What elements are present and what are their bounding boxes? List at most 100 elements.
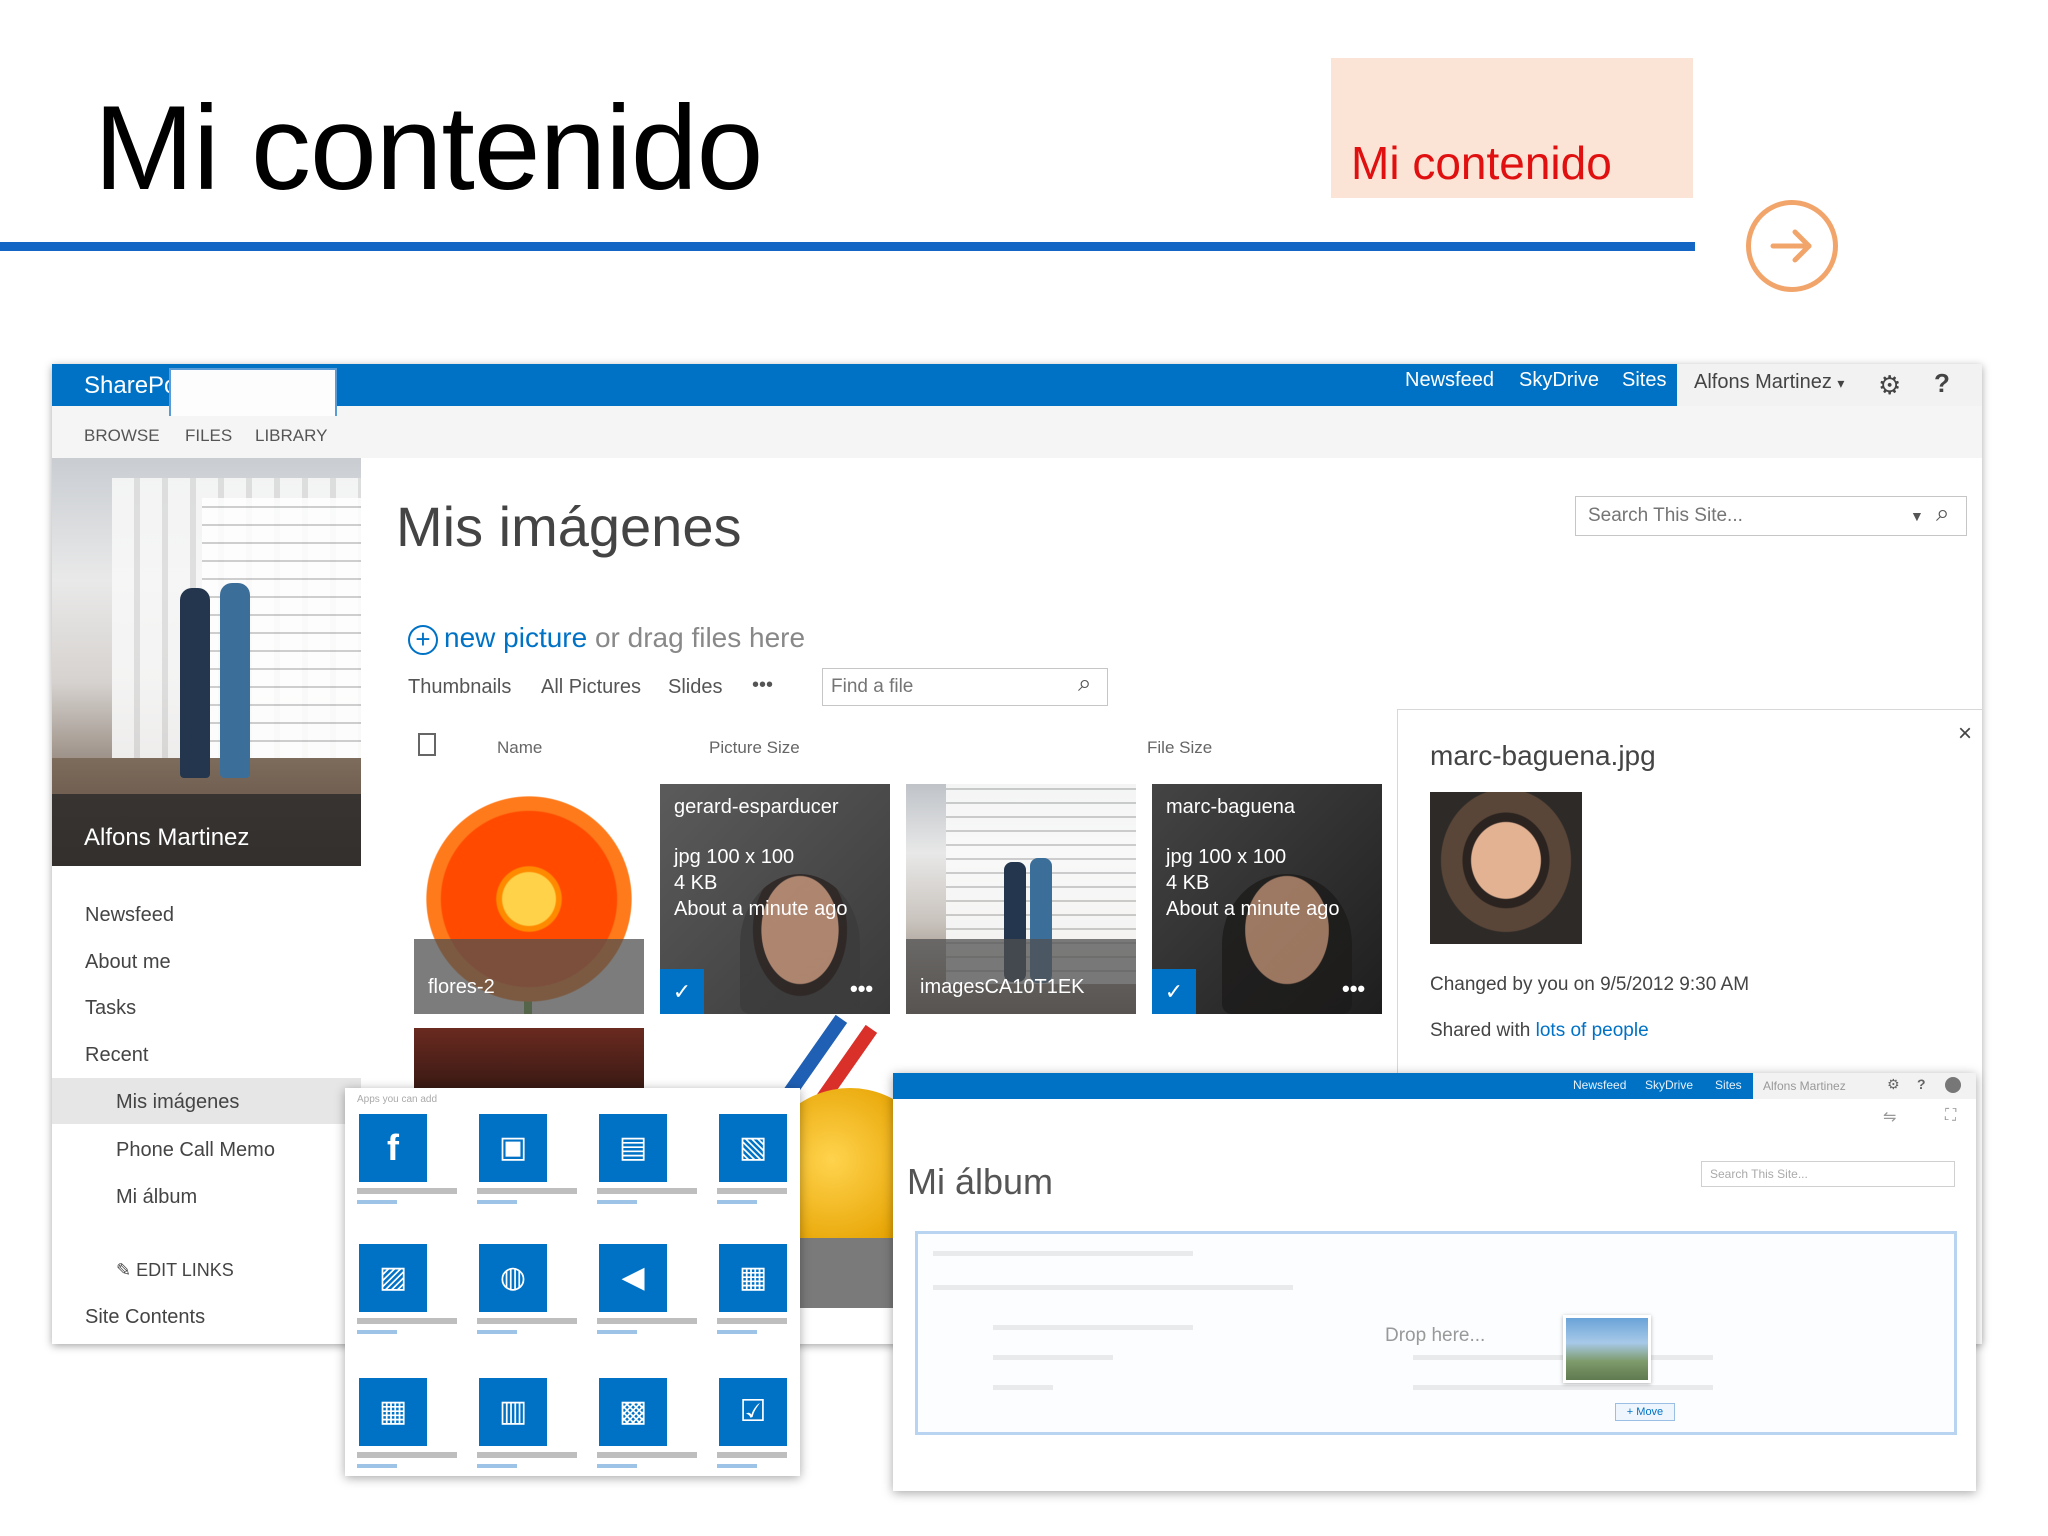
nav-item-about-me[interactable]: About me <box>85 951 171 974</box>
more-options-icon[interactable]: ••• <box>850 976 873 1002</box>
edit-links-button[interactable]: ✎ EDIT LINKS <box>116 1260 234 1281</box>
document-library-icon[interactable]: ▣ <box>479 1114 547 1182</box>
drag-hint: or drag files here <box>594 622 806 653</box>
edit-links-label: EDIT LINKS <box>136 1260 234 1280</box>
nav-item-newsfeed[interactable]: Newsfeed <box>85 904 174 927</box>
slide-title: Mi contenido <box>94 81 763 215</box>
ghost-row <box>993 1325 1193 1330</box>
user-menu[interactable]: Alfons Martinez ▾ <box>1694 371 1844 394</box>
nav-item-recent[interactable]: Recent <box>85 1044 148 1067</box>
contacts-glyph: ▦ <box>738 1261 768 1294</box>
column-picture-size[interactable]: Picture Size <box>709 738 800 758</box>
nav-item-tasks[interactable]: Tasks <box>85 997 136 1020</box>
discussion-board-icon[interactable]: ▩ <box>599 1378 667 1446</box>
thumbnail-tile[interactable] <box>414 1028 644 1088</box>
nav-item-mi-album[interactable]: Mi álbum <box>116 1186 197 1209</box>
tab-files[interactable]: FILES <box>185 426 232 446</box>
view-all-pictures[interactable]: All Pictures <box>541 676 641 699</box>
portrait-image <box>740 874 860 1014</box>
links-icon[interactable]: ◍ <box>479 1244 547 1312</box>
avatar-icon[interactable] <box>1945 1077 1961 1093</box>
add-circle-icon[interactable]: + <box>408 624 438 655</box>
column-file-size[interactable]: File Size <box>1147 738 1212 758</box>
site-search[interactable] <box>1575 496 1967 536</box>
more-views-icon[interactable]: ••• <box>752 674 773 697</box>
thumbnail-tile[interactable]: marc-baguena jpg 100 x 100 4 KB About a … <box>1152 784 1382 1014</box>
tile-modified: About a minute ago <box>1166 898 1340 920</box>
help-icon[interactable]: ? <box>1917 1076 1926 1092</box>
profile-name[interactable]: Alfons Martinez <box>84 824 249 852</box>
search-scope-dropdown-icon[interactable]: ▼ <box>1910 508 1924 524</box>
tile-name: flores-2 <box>428 976 495 998</box>
wiki-page-library-glyph: ▧ <box>738 1131 768 1164</box>
album-search[interactable]: Search This Site... <box>1701 1161 1955 1187</box>
focus-icon[interactable]: ⛶ <box>1945 1107 1956 1125</box>
picture-library-icon[interactable]: ▨ <box>359 1244 427 1312</box>
discussion-board-glyph: ▩ <box>618 1395 648 1428</box>
album-window: Newsfeed SkyDrive Sites Alfons Martinez … <box>893 1073 1976 1491</box>
checkmark-icon[interactable]: ✓ <box>1152 969 1196 1014</box>
suite-link-sites[interactable]: Sites <box>1622 369 1666 392</box>
thumbnail-tile[interactable]: flores-2 <box>414 784 644 1014</box>
sync-icon[interactable]: ⇋ <box>1883 1107 1896 1127</box>
app-details <box>477 1200 517 1204</box>
help-icon[interactable]: ? <box>1934 368 1950 399</box>
details-preview-image[interactable] <box>1430 792 1582 944</box>
title-rule <box>0 242 1695 251</box>
suite-link-skydrive[interactable]: SkyDrive <box>1519 369 1599 392</box>
details-shared: Shared with lots of people <box>1430 1020 1649 1042</box>
view-thumbnails[interactable]: Thumbnails <box>408 676 511 699</box>
tab-browse[interactable]: BROWSE <box>84 426 160 446</box>
new-picture-link[interactable]: new picture <box>444 622 587 653</box>
album-link-skydrive[interactable]: SkyDrive <box>1645 1078 1693 1092</box>
form-library-icon[interactable]: ▤ <box>599 1114 667 1182</box>
portrait-image <box>1222 874 1352 1014</box>
apps-header: Apps you can add <box>357 1094 438 1105</box>
search-icon[interactable]: ⌕ <box>1936 500 1949 528</box>
search-input[interactable] <box>1588 503 1888 529</box>
tile-name: marc-baguena <box>1166 796 1295 818</box>
dragged-image[interactable] <box>1563 1315 1651 1383</box>
tasks-icon[interactable]: ☑ <box>719 1378 787 1446</box>
nav-item-phone-call-memo[interactable]: Phone Call Memo <box>116 1139 275 1162</box>
calendar-icon[interactable]: ▦ <box>359 1378 427 1446</box>
find-file[interactable] <box>822 668 1108 706</box>
app-details <box>477 1464 517 1468</box>
contacts-icon[interactable]: ▦ <box>719 1244 787 1312</box>
gear-icon[interactable]: ⚙ <box>1878 370 1901 401</box>
more-options-icon[interactable]: ••• <box>1342 976 1365 1002</box>
checkmark-icon[interactable]: ✓ <box>660 969 704 1014</box>
chevron-down-icon: ▾ <box>1837 375 1845 391</box>
arrow-right-circle-icon[interactable] <box>1746 200 1838 292</box>
announcements-icon[interactable]: ◀ <box>599 1244 667 1312</box>
suite-link-newsfeed[interactable]: Newsfeed <box>1405 369 1494 392</box>
user-name: Alfons Martinez <box>1694 371 1832 393</box>
promoted-links-icon[interactable]: ▥ <box>479 1378 547 1446</box>
gear-icon[interactable]: ⚙ <box>1887 1076 1900 1093</box>
ghost-row <box>933 1285 1293 1290</box>
thumbnail-tile[interactable]: imagesCA10T1EK <box>906 784 1136 1014</box>
find-file-input[interactable] <box>831 674 1061 700</box>
drop-hint: Drop here... <box>1385 1325 1486 1346</box>
album-user-name[interactable]: Alfons Martinez <box>1763 1079 1846 1093</box>
album-link-sites[interactable]: Sites <box>1715 1078 1742 1092</box>
tab-library[interactable]: LIBRARY <box>255 426 327 446</box>
app-label <box>357 1452 457 1458</box>
search-icon[interactable]: ⌕ <box>1078 670 1091 698</box>
app-details <box>357 1330 397 1334</box>
view-slides[interactable]: Slides <box>668 676 722 699</box>
tile-name: imagesCA10T1EK <box>920 976 1085 998</box>
facebook-icon[interactable]: f <box>359 1114 427 1182</box>
close-icon[interactable]: × <box>1958 720 1972 748</box>
app-details <box>597 1330 637 1334</box>
shared-people-link[interactable]: lots of people <box>1536 1020 1649 1041</box>
album-link-newsfeed[interactable]: Newsfeed <box>1573 1078 1626 1092</box>
callout-text: Mi contenido <box>1351 137 1612 189</box>
thumbnail-tile[interactable]: gerard-esparducer jpg 100 x 100 4 KB Abo… <box>660 784 890 1014</box>
nav-item-mis-imagenes[interactable]: Mis imágenes <box>116 1091 239 1114</box>
tile-file-size: 4 KB <box>674 872 718 894</box>
nav-item-site-contents[interactable]: Site Contents <box>85 1306 205 1329</box>
app-details <box>477 1330 517 1334</box>
wiki-page-library-icon[interactable]: ▧ <box>719 1114 787 1182</box>
column-name[interactable]: Name <box>497 738 542 758</box>
